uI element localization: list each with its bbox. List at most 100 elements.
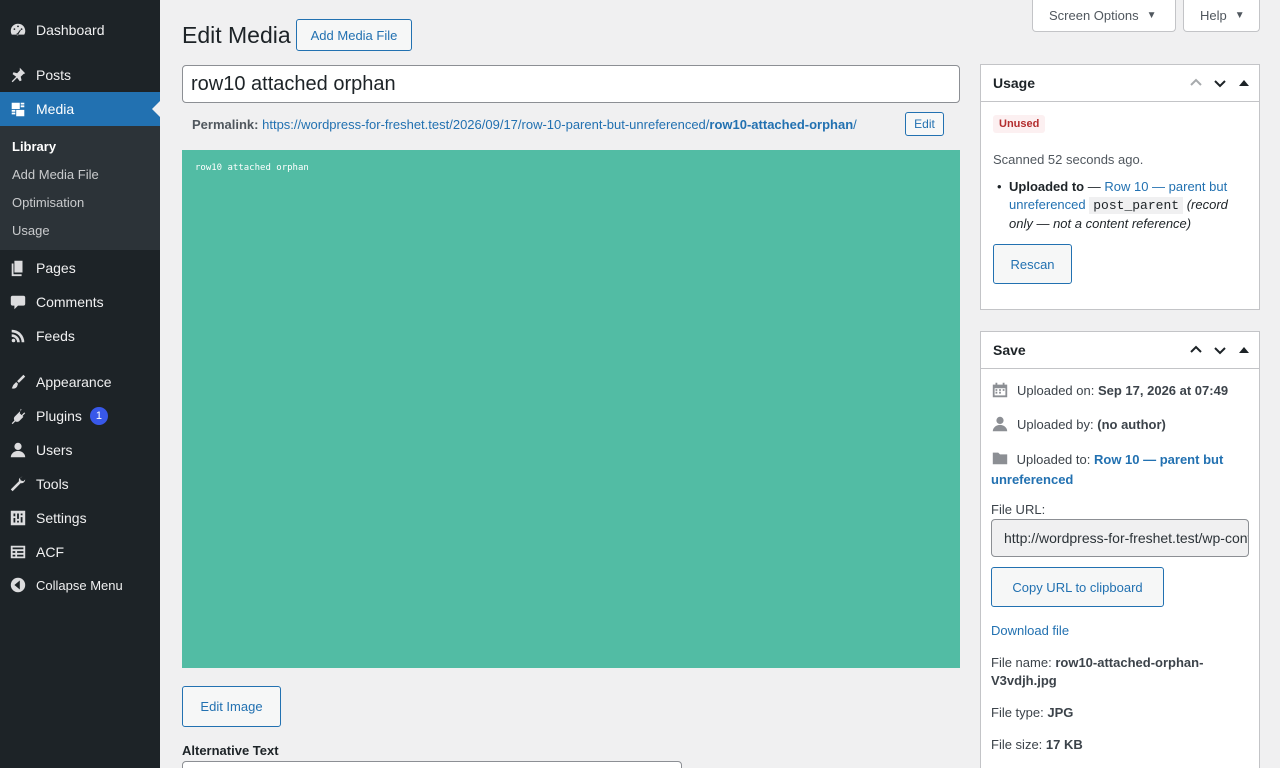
submenu-add-media-file[interactable]: Add Media File bbox=[12, 167, 99, 182]
post-parent-code: post_parent bbox=[1089, 197, 1184, 214]
user-icon bbox=[992, 416, 1008, 432]
sidebar-item-users[interactable]: Users bbox=[0, 433, 160, 467]
uploaded-by-label: Uploaded by: bbox=[1017, 416, 1094, 432]
postbox-controls bbox=[1187, 341, 1253, 359]
move-down-icon[interactable] bbox=[1211, 341, 1229, 359]
help-label: Help bbox=[1200, 8, 1227, 23]
sidebar-item-dashboard[interactable]: Dashboard bbox=[0, 13, 160, 47]
sidebar-item-comments[interactable]: Comments bbox=[0, 285, 160, 319]
sidebar-item-label: Appearance bbox=[36, 374, 112, 390]
caret-down-icon: ▼ bbox=[1146, 10, 1157, 21]
save-title: Save bbox=[993, 342, 1026, 358]
sidebar-item-feeds[interactable]: Feeds bbox=[0, 319, 160, 353]
uploaded-to-label: Uploaded to: bbox=[1016, 452, 1091, 467]
calendar-icon bbox=[992, 382, 1008, 398]
permalink: Permalink: https://wordpress-for-freshet… bbox=[192, 117, 857, 132]
sidebar-item-label: Pages bbox=[36, 260, 76, 276]
sidebar-item-label: Plugins bbox=[36, 408, 82, 424]
toggle-panel-icon[interactable] bbox=[1235, 341, 1253, 359]
pages-icon bbox=[0, 259, 36, 277]
update-count-badge: 1 bbox=[89, 407, 108, 425]
media-submenu: Library Add Media File Optimisation Usag… bbox=[0, 126, 160, 250]
dash: — bbox=[1087, 179, 1101, 194]
uploaded-on-value: Sep 17, 2026 at 07:49 bbox=[1097, 382, 1229, 398]
sidebar-item-label: ACF bbox=[36, 544, 64, 560]
sidebar-item-label: Dashboard bbox=[36, 22, 105, 38]
toggle-panel-icon[interactable] bbox=[1235, 74, 1253, 92]
collapse-menu-button[interactable]: Collapse Menu bbox=[0, 568, 160, 602]
usage-list-item: • Uploaded to — Row 10 — parent but unre… bbox=[997, 178, 1247, 233]
plugin-icon bbox=[0, 407, 36, 425]
sidebar-item-appearance[interactable]: Appearance bbox=[0, 365, 160, 399]
rss-icon bbox=[0, 327, 36, 345]
move-up-icon[interactable] bbox=[1187, 341, 1205, 359]
pin-icon bbox=[0, 66, 36, 84]
sidebar-item-label: Feeds bbox=[36, 328, 75, 344]
screen-options-label: Screen Options bbox=[1049, 8, 1139, 23]
image-caption-text: row10 attached orphan bbox=[195, 163, 309, 173]
sidebar-item-label: Media bbox=[36, 101, 75, 117]
sidebar-item-media[interactable]: Media bbox=[0, 92, 160, 126]
help-button[interactable]: Help ▼ bbox=[1183, 0, 1260, 32]
sidebar-item-label: Collapse Menu bbox=[36, 577, 123, 593]
bullet-icon: • bbox=[997, 179, 1002, 194]
collapse-icon bbox=[0, 576, 36, 594]
sidebar-item-acf[interactable]: ACF bbox=[0, 535, 160, 569]
submenu-usage[interactable]: Usage bbox=[12, 223, 50, 238]
download-file-link[interactable]: Download file bbox=[991, 623, 1069, 638]
alt-text-label: Alternative Text bbox=[182, 743, 279, 758]
submenu-optimisation[interactable]: Optimisation bbox=[12, 195, 84, 210]
uploaded-by-value: (no author) bbox=[1097, 416, 1166, 432]
file-name-row: File name: row10-attached-orphan-V3vdjh.… bbox=[991, 654, 1241, 690]
sidebar-item-plugins[interactable]: Plugins 1 bbox=[0, 399, 160, 433]
file-size-row: File size: 17 KB bbox=[991, 737, 1083, 752]
wrench-icon bbox=[0, 475, 36, 493]
permalink-trailing: / bbox=[853, 117, 857, 132]
submenu-library[interactable]: Library bbox=[12, 139, 56, 154]
file-url-field[interactable]: http://wordpress-for-freshet.test/wp-con… bbox=[991, 519, 1249, 557]
postbox-controls bbox=[1187, 74, 1253, 92]
screen-options-button[interactable]: Screen Options ▼ bbox=[1032, 0, 1176, 32]
permalink-link[interactable]: https://wordpress-for-freshet.test/2026/… bbox=[262, 117, 857, 132]
paintbrush-icon bbox=[0, 373, 36, 391]
file-type-value: JPG bbox=[1047, 705, 1074, 720]
file-type-row: File type: JPG bbox=[991, 705, 1073, 720]
permalink-slug: row10-attached-orphan bbox=[709, 117, 854, 132]
scanned-text: Scanned 52 seconds ago. bbox=[993, 152, 1144, 167]
media-icon bbox=[0, 100, 36, 118]
sidebar-item-tools[interactable]: Tools bbox=[0, 467, 160, 501]
rescan-button[interactable]: Rescan bbox=[993, 244, 1072, 284]
sidebar-item-label: Posts bbox=[36, 67, 72, 83]
save-postbox: Save Uploaded on: Sep 17, 2026 at 07:49 … bbox=[980, 331, 1260, 768]
caret-down-icon: ▼ bbox=[1234, 10, 1245, 21]
file-size-value: 17 KB bbox=[1045, 737, 1083, 752]
move-down-icon[interactable] bbox=[1211, 74, 1229, 92]
move-up-icon[interactable] bbox=[1187, 74, 1205, 92]
media-preview-image: row10 attached orphan bbox=[182, 150, 960, 668]
page-title: Edit Media bbox=[182, 22, 291, 48]
sidebar-item-pages[interactable]: Pages bbox=[0, 251, 160, 285]
sidebar-item-settings[interactable]: Settings bbox=[0, 501, 160, 535]
settings-icon bbox=[0, 509, 36, 527]
usage-postbox: Usage Unused Scanned 52 seconds ago. • U… bbox=[980, 64, 1260, 310]
permalink-edit-button[interactable]: Edit bbox=[905, 112, 944, 136]
add-media-file-button[interactable]: Add Media File bbox=[296, 19, 412, 51]
status-badge: Unused bbox=[993, 115, 1046, 133]
edit-image-button[interactable]: Edit Image bbox=[182, 686, 281, 727]
comment-icon bbox=[0, 293, 36, 311]
title-input[interactable]: row10 attached orphan bbox=[182, 65, 960, 103]
admin-sidebar: Dashboard Posts Media Library Add Media … bbox=[0, 0, 160, 768]
alt-text-input[interactable] bbox=[182, 761, 682, 768]
uploaded-on-row: Uploaded on: Sep 17, 2026 at 07:49 bbox=[991, 381, 1228, 399]
uploaded-by-row: Uploaded by: (no author) bbox=[991, 415, 1166, 433]
copy-url-button[interactable]: Copy URL to clipboard bbox=[991, 567, 1164, 607]
permalink-label: Permalink: bbox=[192, 117, 259, 132]
sidebar-item-posts[interactable]: Posts bbox=[0, 58, 160, 92]
dashboard-icon bbox=[0, 21, 36, 39]
permalink-base: https://wordpress-for-freshet.test/2026/… bbox=[262, 117, 710, 132]
file-size-label: File size: bbox=[991, 737, 1043, 752]
sidebar-item-label: Users bbox=[36, 442, 73, 458]
uploaded-to-row: Uploaded to: Row 10 — parent but unrefer… bbox=[991, 449, 1241, 490]
file-type-label: File type: bbox=[991, 705, 1044, 720]
file-url-label: File URL: bbox=[991, 502, 1046, 517]
